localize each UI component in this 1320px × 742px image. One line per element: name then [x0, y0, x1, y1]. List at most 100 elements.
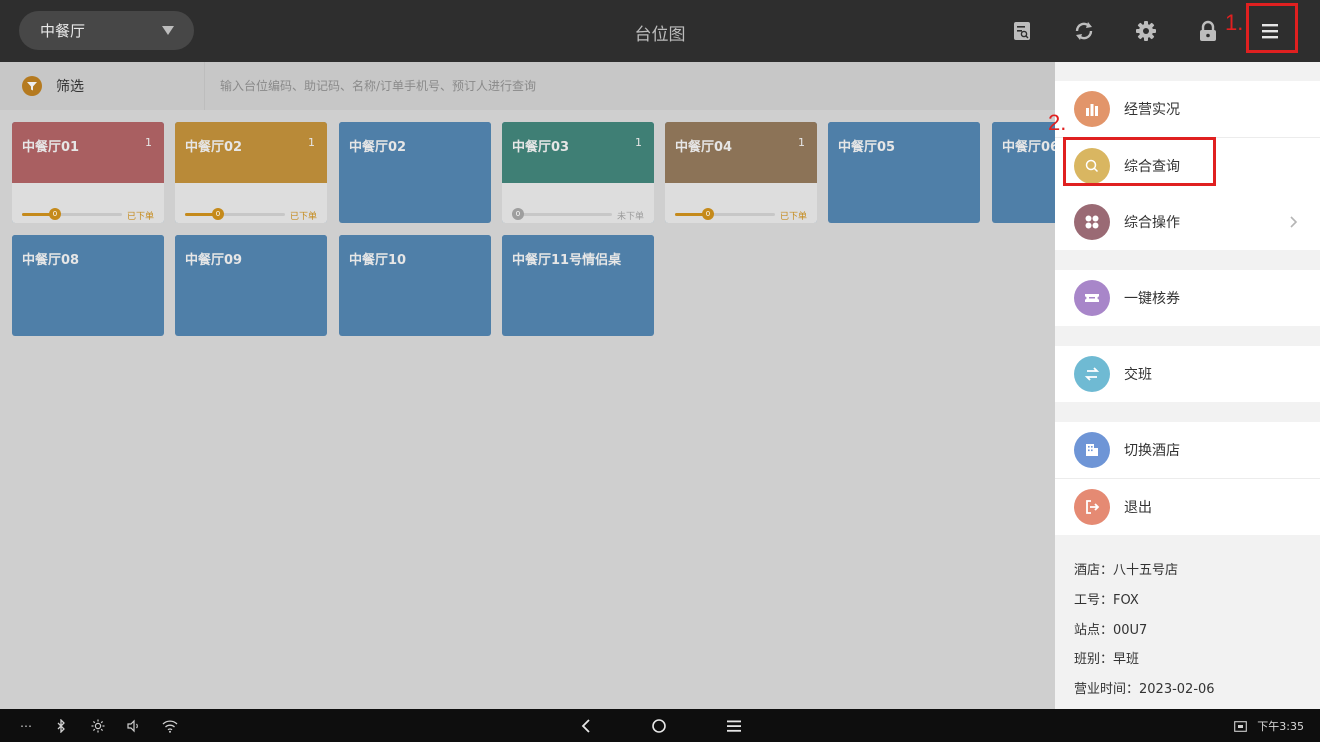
recent-apps-icon[interactable]: [726, 718, 742, 734]
page-title: 台位图: [634, 25, 686, 45]
table-progress-bar: 0: [185, 208, 285, 220]
volume-icon[interactable]: [127, 718, 141, 734]
system-nav-bar: ⋯ 下午3:35: [0, 709, 1320, 742]
table-card-footer: 0 未下单: [502, 183, 654, 223]
table-guest-count: 1: [145, 136, 152, 149]
table-card-header: 中餐厅01 1: [12, 122, 164, 183]
annotation-step-2: 2.: [1048, 110, 1067, 135]
brightness-icon[interactable]: [91, 718, 105, 734]
back-arrow-icon[interactable]: [580, 718, 592, 734]
menu-item-logout[interactable]: 退出: [1055, 479, 1320, 535]
status-clock: 下午3:35: [1234, 718, 1304, 734]
table-card-footer: 0 已下单: [665, 183, 817, 223]
table-card-header: 中餐厅05: [828, 122, 980, 183]
staff-id-info: 工号：FOX: [1074, 593, 1139, 608]
table-card[interactable]: 中餐厅10: [339, 235, 491, 336]
order-search-icon[interactable]: [1008, 17, 1036, 45]
table-card-footer: 0 已下单: [12, 183, 164, 223]
table-order-status: 未下单: [616, 212, 644, 222]
table-card-header: 中餐厅03 1: [502, 122, 654, 183]
screenshot-icon[interactable]: [1234, 720, 1248, 732]
table-progress-bar: 0: [675, 208, 775, 220]
logout-icon: [1074, 489, 1110, 525]
table-name: 中餐厅02: [185, 140, 243, 155]
table-name: 中餐厅08: [22, 253, 80, 268]
table-card[interactable]: 中餐厅06: [992, 122, 1055, 223]
table-order-status: 已下单: [289, 212, 317, 222]
table-progress-bar: 0: [22, 208, 122, 220]
menu-item-shift-handover[interactable]: 交班: [1055, 346, 1320, 402]
chevron-right-icon: [1289, 214, 1298, 233]
business-time-info: 营业时间：2023-02-06: [1074, 682, 1215, 697]
menu-item-label: 退出: [1124, 500, 1152, 516]
table-card-header: 中餐厅02: [339, 122, 491, 183]
more-dots-icon[interactable]: ⋯: [20, 718, 32, 734]
table-card[interactable]: 中餐厅03 1 0 未下单: [502, 122, 654, 223]
table-name: 中餐厅02: [349, 140, 407, 155]
shift-info: 班别：早班: [1074, 652, 1140, 667]
table-card[interactable]: 中餐厅08: [12, 235, 164, 336]
table-name: 中餐厅05: [838, 140, 896, 155]
table-progress-knob: 0: [512, 208, 524, 220]
table-card[interactable]: 中餐厅05: [828, 122, 980, 223]
table-grid: 中餐厅01 1 0 已下单 中餐厅02 1 0 已下单 中餐厅02 中餐厅03 1 0 未下单 中餐厅04…: [0, 110, 1055, 709]
menu-item-comprehensive-operation[interactable]: 综合操作: [1055, 194, 1320, 250]
table-order-status: 已下单: [126, 212, 154, 222]
clock-time: 下午3:35: [1257, 720, 1304, 733]
table-search-input[interactable]: [220, 62, 1020, 110]
menu-item-verify-coupon[interactable]: 一键核券: [1055, 270, 1320, 326]
menu-item-switch-hotel[interactable]: 切换酒店: [1055, 422, 1320, 478]
menu-item-label: 经营实况: [1124, 102, 1180, 118]
filter-bar: 筛选: [0, 62, 1055, 110]
menu-item-label: 一键核券: [1124, 291, 1180, 307]
bluetooth-icon[interactable]: [56, 718, 66, 734]
station-info: 站点：00U7: [1074, 623, 1148, 638]
filter-label: 筛选: [56, 79, 84, 95]
table-guest-count: 1: [308, 136, 315, 149]
bar-chart-icon: [1074, 91, 1110, 127]
filter-funnel-icon: [22, 76, 42, 96]
home-circle-icon[interactable]: [651, 718, 667, 734]
hotel-info: 酒店：八十五号店: [1074, 563, 1179, 578]
table-name: 中餐厅03: [512, 140, 570, 155]
lock-icon[interactable]: [1194, 17, 1222, 45]
table-name: 中餐厅11号情侣桌: [512, 253, 622, 268]
table-card-header: 中餐厅06: [992, 122, 1055, 183]
menu-item-label: 综合操作: [1124, 215, 1180, 231]
table-progress-knob: 0: [49, 208, 61, 220]
menu-item-business-overview[interactable]: 经营实况: [1055, 81, 1320, 137]
table-card-header: 中餐厅04 1: [665, 122, 817, 183]
table-card-header: 中餐厅10: [339, 235, 491, 296]
table-card[interactable]: 中餐厅02 1 0 已下单: [175, 122, 327, 223]
building-icon: [1074, 432, 1110, 468]
table-card-header: 中餐厅08: [12, 235, 164, 296]
table-card-header: 中餐厅11号情侣桌: [502, 235, 654, 296]
table-progress-bar: 0: [512, 208, 612, 220]
hamburger-menu-icon[interactable]: [1256, 17, 1284, 45]
table-name: 中餐厅10: [349, 253, 407, 268]
dropdown-caret-icon: [162, 26, 174, 35]
table-card[interactable]: 中餐厅02: [339, 122, 491, 223]
table-card[interactable]: 中餐厅11号情侣桌: [502, 235, 654, 336]
menu-item-label: 交班: [1124, 367, 1152, 383]
filter-button[interactable]: 筛选: [0, 62, 205, 110]
table-progress-knob: 0: [702, 208, 714, 220]
menu-item-label: 切换酒店: [1124, 443, 1180, 459]
settings-gear-icon[interactable]: [1132, 17, 1160, 45]
table-card-header: 中餐厅02 1: [175, 122, 327, 183]
table-guest-count: 1: [798, 136, 805, 149]
table-card[interactable]: 中餐厅04 1 0 已下单: [665, 122, 817, 223]
table-name: 中餐厅01: [22, 140, 80, 155]
swap-icon: [1074, 356, 1110, 392]
room-selector-label: 中餐厅: [40, 22, 86, 40]
refresh-icon[interactable]: [1070, 17, 1098, 45]
table-name: 中餐厅09: [185, 253, 243, 268]
ticket-icon: [1074, 280, 1110, 316]
room-selector[interactable]: 中餐厅: [19, 11, 194, 50]
table-card[interactable]: 中餐厅09: [175, 235, 327, 336]
table-progress-knob: 0: [212, 208, 224, 220]
table-card-footer: 0 已下单: [175, 183, 327, 223]
table-card[interactable]: 中餐厅01 1 0 已下单: [12, 122, 164, 223]
table-guest-count: 1: [635, 136, 642, 149]
wifi-icon[interactable]: [162, 718, 178, 734]
